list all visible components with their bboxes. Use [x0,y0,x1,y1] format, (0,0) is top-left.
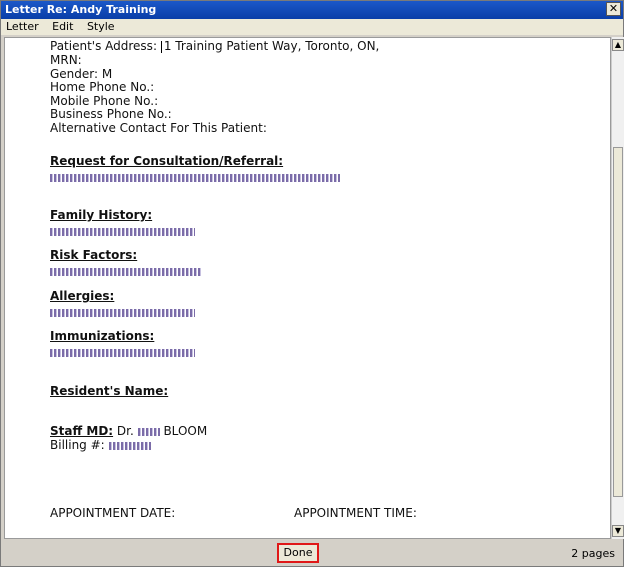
staff-md-line: Staff MD: Dr. BLOOM [50,424,208,439]
family-history-heading: Family History: [50,208,153,222]
window-title: Letter Re: Andy Training [5,3,157,16]
scroll-up-arrow-icon[interactable]: ▲ [612,39,624,51]
risk-factors-heading: Risk Factors: [50,248,138,262]
appointment-time-label: APPOINTMENT TIME: [294,506,417,520]
alt-contact-line: Alternative Contact For This Patient: [50,121,267,135]
request-heading: Request for Consultation/Referral: [50,154,284,168]
staff-md-label: Staff MD: [50,424,114,438]
status-bar: Done 2 pages [1,541,623,566]
billing-line: Billing #: [50,438,151,453]
scroll-thumb[interactable] [613,147,623,497]
allergies-text-redacted [50,306,195,320]
risk-factors-text-redacted [50,265,202,279]
billing-number-redacted [108,441,151,450]
billing-label: Billing #: [50,438,105,452]
mrn-line: MRN: [50,53,82,67]
title-bar: Letter Re: Andy Training ✕ [1,1,623,19]
done-button[interactable]: Done [277,543,319,563]
appointment-date-label: APPOINTMENT DATE: [50,506,176,520]
patient-address-label: Patient's Address: [50,39,157,53]
menu-edit[interactable]: Edit [47,19,78,35]
close-button[interactable]: ✕ [606,2,621,16]
request-text-redacted [50,171,340,185]
page-count: 2 pages [571,547,615,560]
patient-address-value: 1 Training Patient Way, Toronto, ON, [163,39,380,53]
home-phone-line: Home Phone No.: [50,80,155,94]
resident-name-heading: Resident's Name: [50,384,169,398]
vertical-scrollbar[interactable]: ▲ ▼ [611,37,624,539]
text-cursor [160,40,162,53]
patient-address-line: Patient's Address: 1 Training Patient Wa… [50,39,380,54]
menu-bar: Letter Edit Style [1,19,623,35]
immunizations-text-redacted [50,346,195,360]
letter-document[interactable]: Patient's Address: 1 Training Patient Wa… [4,37,611,539]
immunizations-heading: Immunizations: [50,329,155,343]
allergies-heading: Allergies: [50,289,115,303]
menu-letter[interactable]: Letter [1,19,44,35]
family-history-text-redacted [50,225,195,239]
staff-md-prefix: Dr. [116,424,134,438]
scroll-down-arrow-icon[interactable]: ▼ [612,525,624,537]
menu-style[interactable]: Style [82,19,120,35]
business-phone-line: Business Phone No.: [50,107,172,121]
letter-window: Letter Re: Andy Training ✕ Letter Edit S… [0,0,624,567]
staff-md-surname: BLOOM [163,424,208,438]
staff-md-firstname-redacted [137,427,160,436]
